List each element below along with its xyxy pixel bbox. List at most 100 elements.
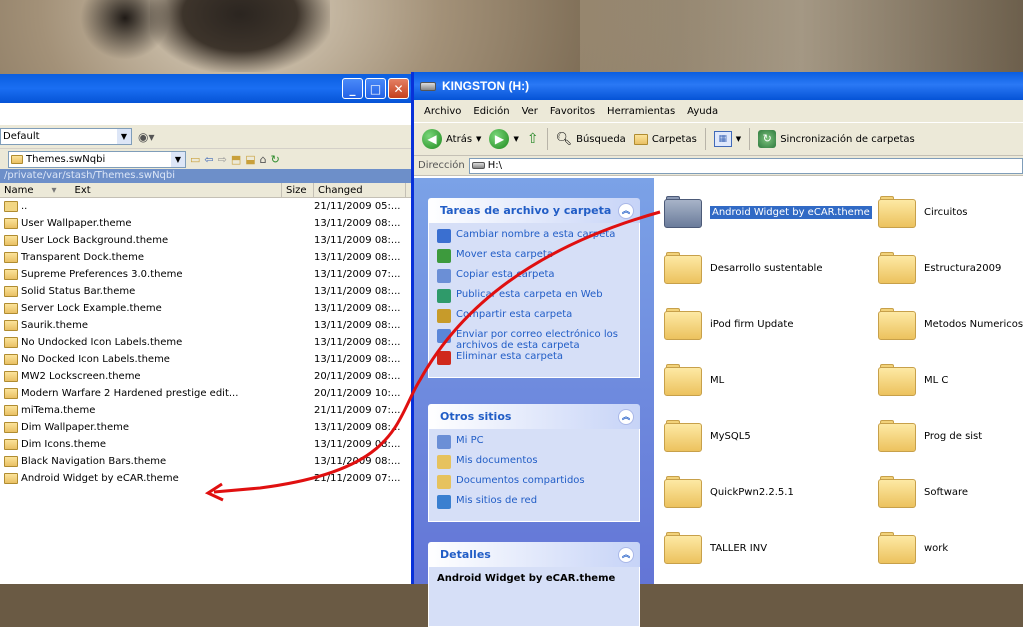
file-changed: 13/11/2009 08:...: [314, 422, 401, 433]
menu-ver[interactable]: Ver: [522, 106, 538, 117]
back-arrow-icon[interactable]: ⇦: [204, 153, 213, 166]
folder-item[interactable]: QuickPwn2.2.5.1: [664, 476, 794, 508]
folder-icon: [664, 252, 702, 284]
profile-combo[interactable]: Default ▼: [0, 128, 132, 145]
folder-item[interactable]: Circuitos: [878, 196, 968, 228]
task-item[interactable]: Publicar esta carpeta en Web: [437, 289, 631, 309]
file-row[interactable]: Server Lock Example.theme 13/11/2009 08:.…: [0, 300, 411, 317]
file-changed: 13/11/2009 08:...: [314, 235, 401, 246]
other-places-body: Mi PC Mis documentos Documentos compartido…: [428, 429, 640, 522]
tasks-panel-header[interactable]: Tareas de archivo y carpeta ︽: [428, 198, 640, 223]
other-places-panel: Otros sitios ︽ Mi PC Mis documentos Docume…: [428, 404, 640, 522]
folder-icon: [4, 337, 18, 348]
place-item[interactable]: Mis sitios de red: [437, 495, 631, 515]
folder-item[interactable]: MySQL5: [664, 420, 751, 452]
maximize-button[interactable]: □: [365, 78, 386, 99]
close-button[interactable]: ✕: [388, 78, 409, 99]
file-name-cell: User Wallpaper.theme: [0, 215, 282, 232]
folder-item[interactable]: ML C: [878, 364, 948, 396]
file-row[interactable]: Saurik.theme 13/11/2009 08:...: [0, 317, 411, 334]
folder-item[interactable]: TALLER INV: [664, 532, 767, 564]
file-row[interactable]: Supreme Preferences 3.0.theme 13/11/2009 …: [0, 266, 411, 283]
collapse-chevron-icon[interactable]: ︽: [618, 408, 634, 425]
other-places-header[interactable]: Otros sitios ︽: [428, 404, 640, 429]
folder-label: Estructura2009: [924, 262, 1002, 274]
file-row[interactable]: Black Navigation Bars.theme 13/11/2009 08…: [0, 453, 411, 470]
task-item[interactable]: Copiar esta carpeta: [437, 269, 631, 289]
size-column-header[interactable]: Size: [282, 183, 314, 197]
folder-combo[interactable]: Themes.swNqbi ▼: [8, 150, 186, 168]
changed-column-header[interactable]: Changed: [314, 183, 406, 197]
folder-icon: [878, 252, 916, 284]
file-row[interactable]: MW2 Lockscreen.theme 20/11/2009 08:...: [0, 368, 411, 385]
place-item[interactable]: Mis documentos: [437, 455, 631, 475]
task-item[interactable]: Cambiar nombre a esta carpeta: [437, 229, 631, 249]
back-arrow-icon: ◀: [422, 129, 442, 149]
back-button[interactable]: ◀ Atrás ▼: [422, 129, 481, 149]
views-button[interactable]: ▦ ▼: [713, 131, 741, 147]
folder-item[interactable]: Prog de sist: [878, 420, 982, 452]
file-row[interactable]: .. 21/11/2009 05:...: [0, 198, 411, 215]
details-header[interactable]: Detalles ︽: [428, 542, 640, 567]
file-row[interactable]: Android Widget by eCAR.theme 21/11/2009 0…: [0, 470, 411, 487]
minimize-button[interactable]: _: [342, 78, 363, 99]
file-row[interactable]: User Lock Background.theme 13/11/2009 08:…: [0, 232, 411, 249]
toolbar-separator: [749, 128, 751, 150]
folder-item[interactable]: work: [878, 532, 948, 564]
details-body: Android Widget by eCAR.theme: [428, 567, 640, 627]
menu-archivo[interactable]: Archivo: [424, 106, 461, 117]
ext-column-label: Ext: [74, 185, 91, 196]
open-folder-icon[interactable]: ▭: [190, 153, 200, 166]
file-row[interactable]: miTema.theme 21/11/2009 07:...: [0, 402, 411, 419]
folder-item[interactable]: Metodos Numericos: [878, 308, 1023, 340]
new-folder-icon[interactable]: ⬓: [245, 153, 255, 166]
home-icon[interactable]: ⌂: [260, 153, 267, 166]
file-row[interactable]: No Docked Icon Labels.theme 13/11/2009 08…: [0, 351, 411, 368]
file-name: ..: [21, 201, 28, 212]
collapse-chevron-icon[interactable]: ︽: [618, 546, 634, 563]
search-button[interactable]: 🔍︎ Búsqueda: [556, 132, 626, 147]
folder-label: TALLER INV: [710, 542, 768, 554]
file-row[interactable]: User Wallpaper.theme 13/11/2009 08:...: [0, 215, 411, 232]
globe-icon[interactable]: ◉▾: [138, 130, 155, 144]
folders-button[interactable]: Carpetas: [633, 133, 697, 145]
task-item[interactable]: Mover esta carpeta: [437, 249, 631, 269]
folder-item[interactable]: Android Widget by eCAR.theme: [664, 196, 872, 228]
address-field[interactable]: H:\: [468, 157, 1023, 174]
sync-button[interactable]: ↻ Sincronización de carpetas: [758, 130, 915, 148]
refresh-icon[interactable]: ↻: [271, 153, 280, 166]
place-item[interactable]: Mi PC: [437, 435, 631, 455]
file-row[interactable]: Transparent Dock.theme 13/11/2009 08:...: [0, 249, 411, 266]
file-row[interactable]: No Undocked Icon Labels.theme 13/11/2009 …: [0, 334, 411, 351]
forward-button[interactable]: ▶ ▼: [489, 129, 519, 149]
name-column-header[interactable]: Name ▾ Ext: [0, 183, 282, 197]
file-row[interactable]: Modern Warfare 2 Hardened prestige edit.…: [0, 385, 411, 402]
forward-arrow-icon[interactable]: ⇨: [218, 153, 227, 166]
task-item[interactable]: Compartir esta carpeta: [437, 309, 631, 329]
up-folder-icon[interactable]: ⇧: [527, 131, 539, 147]
right-titlebar[interactable]: KINGSTON (H:): [414, 72, 1023, 100]
left-titlebar[interactable]: _ □ ✕: [0, 74, 411, 103]
folder-item[interactable]: Desarrollo sustentable: [664, 252, 823, 284]
up-folder-icon[interactable]: ⬒: [231, 153, 241, 166]
task-item[interactable]: Eliminar esta carpeta: [437, 351, 631, 371]
search-label: Búsqueda: [576, 133, 626, 145]
folder-item[interactable]: Estructura2009: [878, 252, 1001, 284]
folder-item[interactable]: iPod firm Update: [664, 308, 793, 340]
folder-icon: [4, 439, 18, 450]
collapse-chevron-icon[interactable]: ︽: [618, 202, 634, 219]
folder-icon: [4, 235, 18, 246]
file-row[interactable]: Solid Status Bar.theme 13/11/2009 08:...: [0, 283, 411, 300]
file-row[interactable]: Dim Icons.theme 13/11/2009 08:...: [0, 436, 411, 453]
my-computer-icon: [437, 435, 451, 449]
folder-item[interactable]: Software: [878, 476, 968, 508]
menu-herramientas[interactable]: Herramientas: [607, 106, 675, 117]
task-item[interactable]: Enviar por correo electrónico los archiv…: [437, 329, 631, 351]
menu-ayuda[interactable]: Ayuda: [687, 106, 718, 117]
place-item[interactable]: Documentos compartidos: [437, 475, 631, 495]
folder-item[interactable]: ML: [664, 364, 724, 396]
file-row[interactable]: Dim Wallpaper.theme 13/11/2009 08:...: [0, 419, 411, 436]
folder-icon: [878, 532, 916, 564]
menu-edicion[interactable]: Edición: [473, 106, 509, 117]
menu-favoritos[interactable]: Favoritos: [550, 106, 595, 117]
